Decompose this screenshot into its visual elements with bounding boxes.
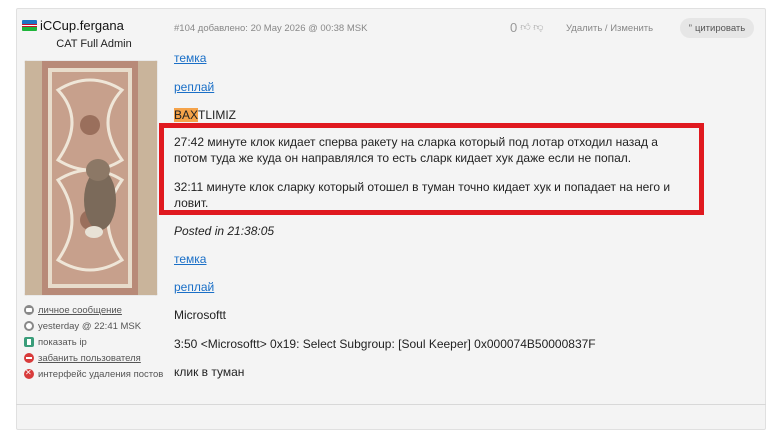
user-sidebar: iCCup.fergana CAT Full Admin bbox=[22, 16, 166, 50]
delete-link[interactable]: Удалить bbox=[566, 23, 602, 34]
ban-user-action[interactable]: забанить пользователя bbox=[24, 350, 169, 366]
show-ip-link[interactable]: показать ip bbox=[38, 337, 87, 348]
post-meta: #104 добавлено: 20 May 2026 @ 00:38 MSK bbox=[174, 23, 368, 34]
ip-icon bbox=[24, 337, 34, 347]
user-header: iCCup.fergana bbox=[22, 16, 166, 34]
link-replay-1[interactable]: реплай bbox=[174, 80, 214, 94]
vote-count: 0 bbox=[510, 20, 518, 35]
link-temka-2[interactable]: темка bbox=[174, 252, 206, 266]
last-seen: yesterday @ 22:41 MSK bbox=[24, 318, 169, 334]
clock-icon bbox=[24, 321, 34, 331]
link-replay-2[interactable]: реплай bbox=[174, 280, 214, 294]
highlighted-text: BAX bbox=[174, 108, 199, 122]
red-highlight-box bbox=[159, 123, 704, 215]
thumb-down-icon[interactable]: 👎︎ bbox=[533, 22, 543, 33]
edit-link[interactable]: Изменить bbox=[610, 23, 653, 34]
ban-icon bbox=[24, 353, 34, 363]
quote-icon: ” bbox=[688, 22, 692, 34]
delete-icon bbox=[24, 368, 34, 379]
message-icon bbox=[24, 305, 34, 315]
log-line: 3:50 <Microsoftt> 0x19: Select Subgroup:… bbox=[174, 337, 596, 351]
user-actions: личное сообщение yesterday @ 22:41 MSK п… bbox=[24, 302, 169, 382]
quote-label: цитировать bbox=[694, 22, 746, 34]
thumb-up-icon[interactable]: 👍︎ bbox=[520, 22, 530, 33]
flag-uzbekistan-icon bbox=[22, 20, 37, 31]
show-ip-action[interactable]: показать ip bbox=[24, 334, 169, 350]
microsoft-line: Microsoftt bbox=[174, 308, 227, 322]
private-message-action[interactable]: личное сообщение bbox=[24, 302, 169, 318]
bax-line: BAXTLIMIZ bbox=[174, 108, 236, 122]
posted-time: Posted in 21:38:05 bbox=[174, 224, 275, 238]
ban-user-link[interactable]: забанить пользователя bbox=[38, 353, 141, 364]
bax-rest: TLIMIZ bbox=[198, 108, 237, 122]
private-message-link[interactable]: личное сообщение bbox=[38, 305, 122, 316]
link-temka-1[interactable]: темка bbox=[174, 51, 206, 65]
edit-links: Удалить / Изменить bbox=[566, 23, 653, 34]
username[interactable]: iCCup.fergana bbox=[40, 18, 124, 33]
delete-ui-link[interactable]: интерфейс удаления постов bbox=[38, 369, 163, 380]
avatar[interactable] bbox=[24, 60, 158, 296]
user-rank: CAT Full Admin bbox=[56, 38, 132, 50]
page: iCCup.fergana CAT Full Admin личное сооб… bbox=[0, 0, 768, 434]
edit-separator: / bbox=[604, 23, 608, 34]
quote-button[interactable]: ” цитировать bbox=[680, 18, 754, 38]
vote-box: 0 👍︎ 👎︎ bbox=[510, 20, 543, 35]
delete-ui-action[interactable]: интерфейс удаления постов bbox=[24, 366, 169, 382]
last-line: клик в туман bbox=[174, 365, 245, 379]
last-seen-text: yesterday @ 22:41 MSK bbox=[38, 320, 142, 332]
divider bbox=[16, 404, 766, 405]
